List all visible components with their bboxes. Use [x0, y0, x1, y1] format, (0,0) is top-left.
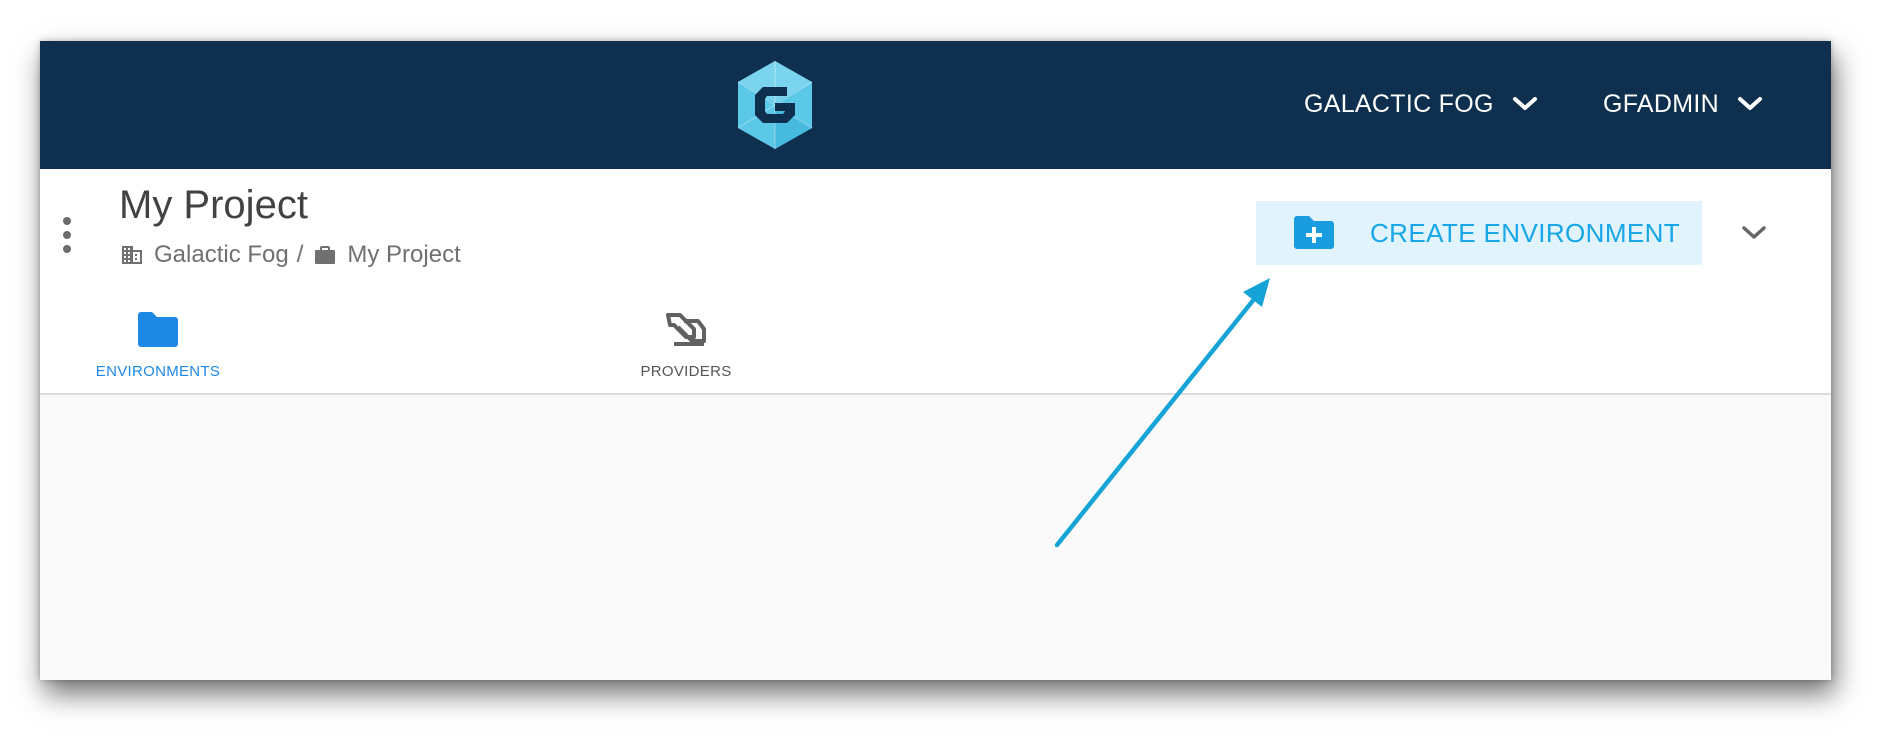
app-window: GALACTIC FOG GFADMIN My Project Galactic…: [40, 41, 1831, 680]
tab-providers-label: PROVIDERS: [640, 363, 732, 380]
tab-providers[interactable]: PROVIDERS: [596, 309, 776, 385]
user-menu[interactable]: GFADMIN: [1603, 87, 1763, 121]
top-bar: GALACTIC FOG GFADMIN: [40, 41, 1831, 169]
tab-environments[interactable]: ENVIRONMENTS: [68, 309, 248, 385]
folder-plus-icon: [1294, 216, 1334, 249]
breadcrumb-separator: /: [296, 241, 304, 268]
org-menu[interactable]: GALACTIC FOG: [1304, 87, 1538, 121]
org-menu-label: GALACTIC FOG: [1304, 89, 1494, 118]
create-environment-label: CREATE ENVIRONMENT: [1370, 217, 1681, 248]
chevron-down-icon[interactable]: [1740, 224, 1768, 242]
more-vertical-icon[interactable]: [62, 217, 72, 257]
providers-icon: [666, 313, 706, 346]
breadcrumb-project-link[interactable]: My Project: [347, 241, 460, 269]
tab-environments-label: ENVIRONMENTS: [95, 363, 221, 380]
environments-content: [40, 395, 1831, 680]
building-icon: [122, 246, 142, 264]
user-menu-label: GFADMIN: [1603, 89, 1719, 118]
breadcrumb-org-link[interactable]: Galactic Fog: [154, 241, 289, 269]
breadcrumb: Galactic Fog / My Project: [120, 241, 461, 269]
chevron-down-icon: [1512, 97, 1537, 110]
page-title: My Project: [119, 183, 308, 227]
briefcase-icon: [315, 246, 336, 264]
galactic-fog-logo[interactable]: [735, 59, 815, 151]
create-environment-button[interactable]: CREATE ENVIRONMENT: [1256, 201, 1702, 265]
chevron-down-icon: [1738, 97, 1762, 110]
project-header: My Project Galactic Fog / My Project CRE…: [40, 169, 1831, 395]
folder-icon: [138, 312, 178, 347]
